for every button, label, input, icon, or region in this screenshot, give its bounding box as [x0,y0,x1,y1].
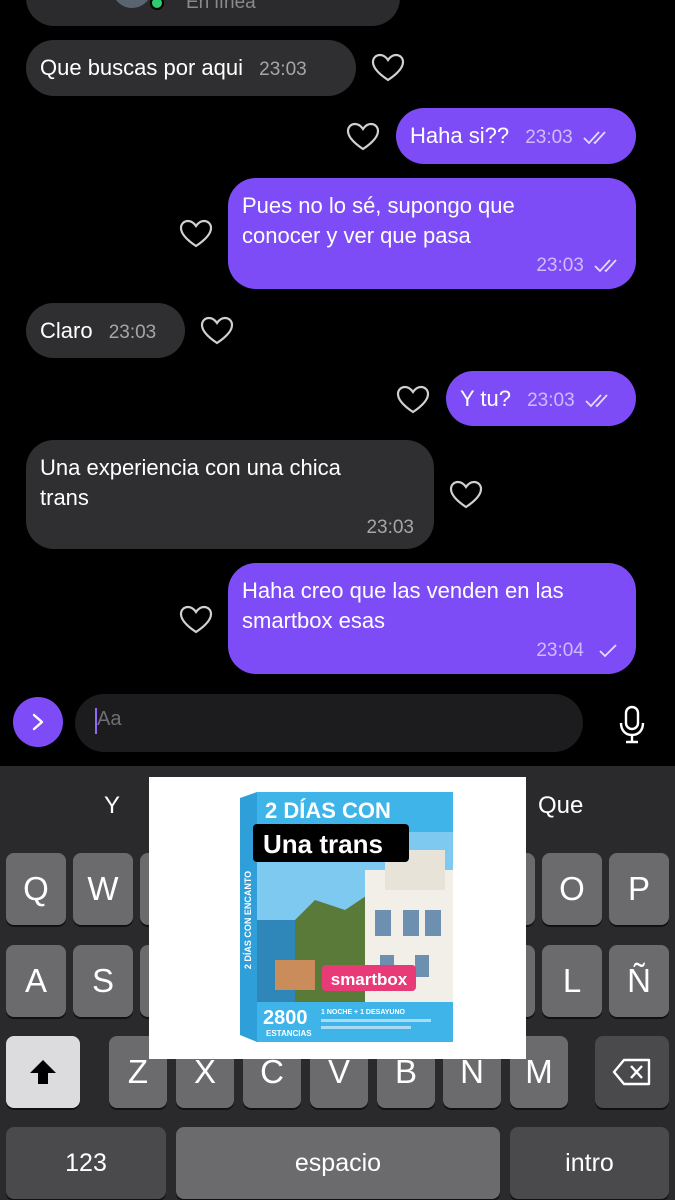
message-text: Y tu? [460,386,511,411]
message-bubble-outgoing[interactable]: Pues no lo sé, supongo que conocer y ver… [228,178,636,289]
message-time: 23:04 [536,640,584,661]
suggestion-left[interactable]: Y [104,792,120,820]
stay-count: 2800 [263,1007,308,1029]
space-key[interactable]: espacio [176,1127,500,1199]
microphone-icon[interactable] [617,705,647,745]
shift-key[interactable] [6,1036,80,1108]
message-text-line: Una experiencia con una chica [40,455,341,480]
double-check-icon [585,394,608,408]
message-time: 23:03 [536,255,584,276]
shift-arrow-icon [30,1060,56,1084]
heart-icon[interactable] [449,480,483,510]
chevron-right-icon [32,713,44,731]
heart-icon[interactable] [346,122,380,152]
message-time: 23:03 [108,322,157,343]
message-bubble-incoming[interactable]: Que buscas por aqui 23:03 [26,40,356,96]
side-text: 2 DÍAS CON ENCANTO [243,871,253,969]
message-text-line: trans [40,485,89,510]
key-o[interactable]: O [542,853,602,925]
box-title-main: Una trans [263,829,383,859]
message-input-placeholder: Aa [97,708,122,730]
message-time: 23:03 [525,127,573,148]
stay-count-label: ESTANCIAS [266,1029,312,1038]
message-time: 23:03 [527,390,575,411]
message-text-line: conocer y ver que pasa [242,223,471,248]
key-w[interactable]: W [73,853,133,925]
numbers-key[interactable]: 123 [6,1127,166,1199]
key-s[interactable]: S [73,945,133,1017]
message-bubble-outgoing[interactable]: Y tu? 23:03 [446,371,636,426]
message-bubble-incoming[interactable]: Claro 23:03 [26,303,185,358]
message-bubble-outgoing[interactable]: Haha creo que las venden en las smartbox… [228,563,636,674]
message-text-line: Haha creo que las venden en las [242,578,564,603]
double-check-icon [583,131,606,145]
suggestion-right[interactable]: Que [538,792,583,820]
message-text-line: Pues no lo sé, supongo que [242,193,515,218]
key-p[interactable]: P [609,853,669,925]
heart-icon[interactable] [371,53,405,83]
brand-name: smartbox [331,970,408,989]
message-text-line: smartbox esas [242,608,386,633]
key-l[interactable]: L [542,945,602,1017]
heart-icon[interactable] [179,605,213,635]
heart-icon[interactable] [396,385,430,415]
message-time: 23:03 [259,59,307,80]
heart-icon[interactable] [200,316,234,346]
key-a[interactable]: A [6,945,66,1017]
message-bubble-outgoing[interactable]: Haha si?? 23:03 [396,108,636,164]
heart-icon[interactable] [179,219,213,249]
message-bubble-incoming[interactable]: Una experiencia con una chica trans 23:0… [26,440,434,549]
message-text: Haha si?? [410,123,510,148]
return-key[interactable]: intro [510,1127,669,1199]
double-check-icon [594,259,617,273]
box-details: 1 NOCHE + 1 DESAYUNO [321,1009,406,1016]
check-icon [599,644,617,658]
backspace-key[interactable] [595,1036,669,1108]
expand-button[interactable] [13,697,63,747]
box-title-top: 2 DÍAS CON [265,798,391,823]
message-input[interactable] [75,694,583,752]
message-time: 23:03 [366,517,414,538]
smartbox-product-image: 2 DÍAS CON ENCANTO 2 DÍAS CON Una trans … [240,792,453,1042]
online-status: En línea [186,0,256,13]
message-text: Claro [40,318,93,343]
key-n-tilde[interactable]: Ñ [609,945,669,1017]
backspace-icon [612,1058,651,1086]
key-q[interactable]: Q [6,853,66,925]
message-text: Que buscas por aqui [40,55,244,80]
